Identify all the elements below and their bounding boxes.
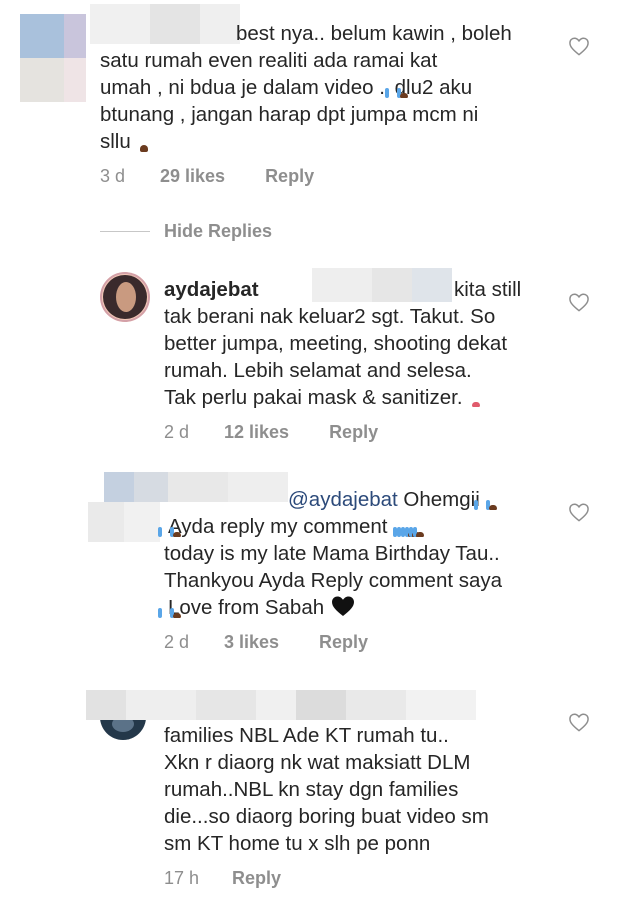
mention-censored[interactable] bbox=[298, 268, 452, 302]
comment-time: 3 d bbox=[100, 166, 126, 186]
comment-text: sm KT home tu x slh pe ponn bbox=[164, 832, 431, 855]
comment-text: rumah..NBL kn stay dgn families bbox=[164, 778, 459, 801]
reply-button[interactable]: Reply bbox=[329, 422, 378, 443]
heart-outline-icon[interactable] bbox=[568, 36, 590, 56]
comment-text: Tak perlu pakai mask & sanitizer. bbox=[164, 384, 480, 415]
avatar[interactable] bbox=[100, 272, 150, 322]
reply-button[interactable]: Reply bbox=[232, 868, 281, 889]
comment-text: today is my late Mama Birthday Tau.. bbox=[164, 542, 500, 565]
reply-button[interactable]: Reply bbox=[319, 632, 368, 653]
comment-text: families NBL Ade KT rumah tu.. bbox=[164, 724, 449, 747]
comment-meta: 2 d 3 likes Reply bbox=[164, 632, 368, 653]
likes-count[interactable]: 29 likes bbox=[160, 166, 225, 187]
comment-text: best nya.. belum kawin , boleh bbox=[236, 22, 512, 45]
heart-outline-icon[interactable] bbox=[568, 292, 590, 312]
comment-text: better jumpa, meeting, shooting dekat bbox=[164, 332, 508, 355]
likes-count[interactable]: 12 likes bbox=[224, 422, 289, 443]
comment-text: rumah. Lebih selamat and selesa. bbox=[164, 359, 472, 382]
username-censored[interactable] bbox=[90, 4, 240, 44]
heart-outline-icon[interactable] bbox=[568, 502, 590, 522]
comment-text: Xkn r diaorg nk wat maksiatt DLM bbox=[164, 751, 471, 774]
comment-text: sllu bbox=[100, 128, 148, 159]
likes-count[interactable]: 3 likes bbox=[224, 632, 279, 653]
hide-replies-button[interactable]: Hide Replies bbox=[164, 221, 272, 242]
comment-text: tak berani nak keluar2 sgt. Takut. So bbox=[164, 305, 496, 328]
comment-text: aydajebat bbox=[164, 276, 263, 306]
comment-text: kita still bbox=[454, 278, 522, 301]
comment-time: 2 d bbox=[164, 632, 190, 652]
avatar-censored[interactable] bbox=[20, 14, 86, 102]
comment-text: btunang , jangan harap dpt jumpa mcm ni bbox=[100, 103, 479, 126]
mention-link[interactable]: @aydajebat bbox=[288, 488, 398, 511]
comment-meta: 17 h Reply bbox=[164, 868, 281, 889]
comment-meta: 2 d 12 likes Reply bbox=[164, 422, 378, 443]
comment-text: satu rumah even realiti ada ramai kat bbox=[100, 49, 438, 72]
divider bbox=[100, 231, 150, 232]
comment-time: 17 h bbox=[164, 868, 200, 888]
comment-text: die...so diaorg boring buat video sm bbox=[164, 805, 489, 828]
comment-time: 2 d bbox=[164, 422, 190, 442]
comment-text: Love from Sabah bbox=[164, 594, 356, 625]
reply-button[interactable]: Reply bbox=[265, 166, 314, 187]
comment-meta: 3 d 29 likes Reply bbox=[100, 166, 314, 187]
username[interactable]: aydajebat bbox=[164, 278, 259, 301]
comment-text: Thankyou Ayda Reply comment saya bbox=[164, 569, 503, 592]
username-censored[interactable] bbox=[86, 690, 476, 720]
black-heart-icon bbox=[331, 596, 354, 616]
heart-outline-icon[interactable] bbox=[568, 712, 590, 732]
